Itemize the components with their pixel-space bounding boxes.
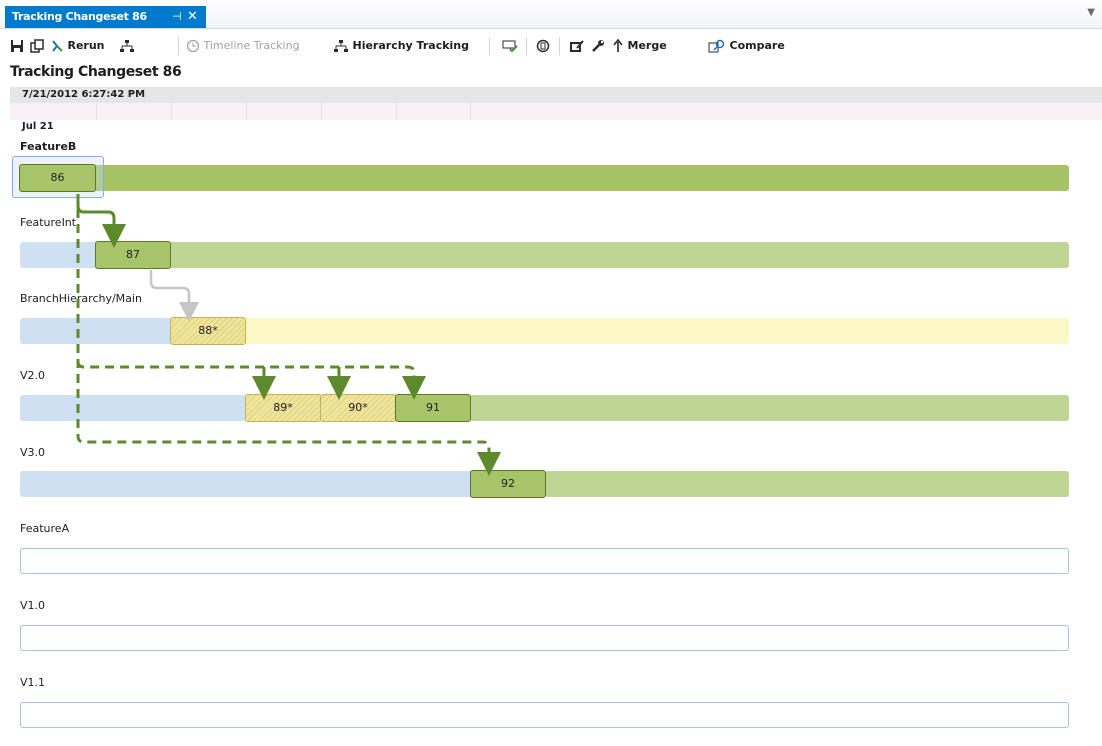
timeline-datetime: 7/21/2012 6:27:42 PM bbox=[22, 89, 146, 100]
hierarchy-view-button[interactable] bbox=[119, 35, 135, 57]
copy-icon bbox=[30, 39, 44, 53]
pin-icon[interactable]: ⊣ bbox=[172, 6, 182, 28]
tab-tracking-changeset[interactable]: Tracking Changeset 86 ⊣ ✕ bbox=[5, 6, 206, 28]
rerun-button[interactable]: Rerun bbox=[50, 35, 105, 57]
branch-label-featureint: FeatureInt bbox=[20, 216, 77, 229]
changeset-91[interactable]: 91 bbox=[395, 394, 471, 422]
toolbar-separator bbox=[178, 37, 179, 55]
branch-label-v2-0: V2.0 bbox=[20, 369, 46, 382]
merge-arrow-icon bbox=[613, 39, 623, 52]
compare-icon bbox=[708, 39, 725, 53]
branch-track-v1-0[interactable] bbox=[20, 625, 1069, 651]
edit-button[interactable] bbox=[569, 35, 584, 57]
merge-label: Merge bbox=[627, 39, 667, 52]
edit-icon bbox=[570, 40, 584, 52]
branch-label-v3-0: V3.0 bbox=[20, 446, 46, 459]
branch-track-v3-0-empty bbox=[20, 471, 475, 497]
branch-track-featurea[interactable] bbox=[20, 548, 1069, 574]
document-tab-bar: Tracking Changeset 86 ⊣ ✕ ▼ bbox=[0, 0, 1102, 29]
branch-track-featureint-empty bbox=[20, 242, 100, 268]
work-item-button[interactable] bbox=[502, 35, 518, 57]
timeline-day-row: Jul 21 bbox=[10, 103, 1102, 132]
save-icon bbox=[11, 40, 23, 52]
save-button[interactable] bbox=[10, 35, 24, 57]
branch-track-main[interactable] bbox=[170, 318, 1069, 344]
timeline-tracking-button[interactable]: Timeline Tracking bbox=[186, 35, 300, 57]
clock-icon bbox=[186, 39, 200, 53]
compare-label: Compare bbox=[729, 39, 785, 52]
toolbar-separator bbox=[489, 37, 490, 55]
hierarchy-tracking-label: Hierarchy Tracking bbox=[352, 39, 470, 52]
branch-track-v2-0[interactable] bbox=[470, 395, 1069, 421]
branch-label-featurea: FeatureA bbox=[20, 522, 70, 535]
tab-title: Tracking Changeset 86 bbox=[12, 10, 147, 23]
branch-label-featureb: FeatureB bbox=[20, 140, 77, 153]
work-item-check-icon bbox=[502, 40, 518, 53]
branch-track-featureint[interactable] bbox=[95, 242, 1069, 268]
tab-dropdown-icon[interactable]: ▼ bbox=[1087, 7, 1095, 18]
branch-track-main-empty bbox=[20, 318, 175, 344]
hierarchy-tracking-icon bbox=[334, 40, 348, 52]
view-button[interactable] bbox=[536, 35, 550, 57]
timeline-day: Jul 21 bbox=[22, 121, 54, 132]
page-title: Tracking Changeset 86 bbox=[10, 64, 182, 80]
settings-button[interactable] bbox=[591, 35, 605, 57]
changeset-89[interactable]: 89* bbox=[245, 394, 321, 422]
timeline-gridline bbox=[246, 103, 247, 120]
timeline-gridline bbox=[470, 103, 471, 120]
branch-track-v1-1[interactable] bbox=[20, 702, 1069, 728]
changeset-88[interactable]: 88* bbox=[170, 317, 246, 345]
timeline-gridline bbox=[96, 103, 97, 120]
timeline-gridline bbox=[171, 103, 172, 120]
merge-arrow-86-87 bbox=[76, 194, 126, 248]
changeset-92[interactable]: 92 bbox=[470, 470, 546, 498]
timeline-date-row: 7/21/2012 6:27:42 PM bbox=[10, 87, 1102, 103]
branch-label-v1-1: V1.1 bbox=[20, 676, 46, 689]
timeline-tracking-label: Timeline Tracking bbox=[203, 39, 300, 52]
changeset-86[interactable]: 86 bbox=[19, 164, 96, 192]
changeset-90[interactable]: 90* bbox=[320, 394, 396, 422]
hierarchy-icon bbox=[120, 40, 134, 52]
branch-track-featureb[interactable] bbox=[20, 165, 1069, 191]
timeline-gridline bbox=[396, 103, 397, 120]
view-icon bbox=[536, 39, 550, 53]
branch-track-v3-0[interactable] bbox=[545, 471, 1069, 497]
changeset-87[interactable]: 87 bbox=[95, 241, 171, 269]
timeline-gridline bbox=[321, 103, 322, 120]
branch-track-v2-0-empty bbox=[20, 395, 250, 421]
wrench-icon bbox=[592, 40, 604, 52]
toolbar-separator bbox=[526, 37, 527, 55]
close-icon[interactable]: ✕ bbox=[187, 6, 198, 28]
rerun-icon bbox=[52, 40, 63, 52]
branch-label-v1-0: V1.0 bbox=[20, 599, 46, 612]
toolbar-separator bbox=[559, 37, 560, 55]
dashed-merge-v2 bbox=[76, 361, 426, 400]
branch-label-main: BranchHierarchy/Main bbox=[20, 292, 142, 305]
timeline-header: 7/21/2012 6:27:42 PM Jul 21 bbox=[10, 87, 1102, 132]
merge-arrow-87-88 bbox=[149, 270, 199, 322]
rerun-label: Rerun bbox=[67, 39, 105, 52]
merge-button[interactable]: Merge bbox=[612, 35, 667, 57]
copy-button[interactable] bbox=[30, 35, 44, 57]
hierarchy-tracking-button[interactable]: Hierarchy Tracking bbox=[333, 35, 469, 57]
compare-button[interactable]: Compare bbox=[708, 35, 785, 57]
toolbar: Rerun Timeline Tracking Hierarchy Tracki… bbox=[0, 29, 1102, 63]
